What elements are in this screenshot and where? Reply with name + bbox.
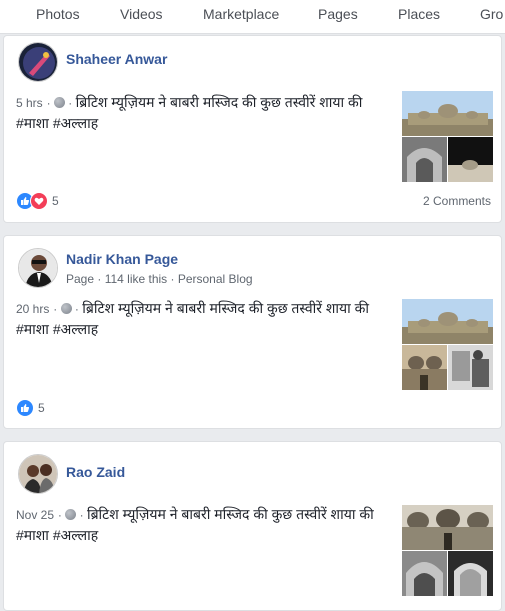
post-card: Nadir Khan Page Page · 114 like this · P… bbox=[3, 235, 502, 429]
photo-thumbnail[interactable] bbox=[402, 345, 447, 390]
tab-groups[interactable]: Gro bbox=[480, 6, 503, 22]
tab-videos[interactable]: Videos bbox=[120, 6, 163, 22]
globe-icon bbox=[65, 509, 77, 520]
reactions[interactable]: 5 bbox=[16, 399, 45, 417]
photo-thumbnail[interactable] bbox=[448, 551, 493, 596]
author-name[interactable]: Nadir Khan Page bbox=[66, 251, 178, 267]
post-text: 20 hrs · · ब्रिटिश म्यूज़ियम ने बाबरी मस… bbox=[16, 300, 370, 337]
post-photos[interactable] bbox=[402, 505, 493, 596]
photo-thumbnail[interactable] bbox=[402, 137, 447, 182]
post-text: Nov 25 · · ब्रिटिश म्यूज़ियम ने बाबरी मस… bbox=[16, 506, 374, 543]
comments-link[interactable]: 2 Comments bbox=[423, 194, 491, 208]
post-time[interactable]: 5 hrs bbox=[16, 96, 43, 110]
author-name[interactable]: Rao Zaid bbox=[66, 464, 125, 480]
love-icon bbox=[30, 192, 48, 210]
tab-marketplace[interactable]: Marketplace bbox=[203, 6, 279, 22]
globe-icon bbox=[53, 97, 65, 108]
avatar[interactable] bbox=[18, 248, 58, 288]
search-filter-tabs: Photos Videos Marketplace Pages Places G… bbox=[0, 0, 505, 34]
photo-thumbnail[interactable] bbox=[402, 505, 493, 550]
reaction-count: 5 bbox=[52, 194, 59, 208]
post-photos[interactable] bbox=[402, 299, 493, 390]
post-photos[interactable] bbox=[402, 91, 493, 182]
tab-places[interactable]: Places bbox=[398, 6, 440, 22]
post-time[interactable]: Nov 25 bbox=[16, 508, 54, 522]
reactions[interactable]: 5 bbox=[16, 192, 59, 210]
reaction-count: 5 bbox=[38, 401, 45, 415]
photo-thumbnail[interactable] bbox=[402, 551, 447, 596]
tab-pages[interactable]: Pages bbox=[318, 6, 358, 22]
photo-thumbnail[interactable] bbox=[448, 345, 493, 390]
post-card: Rao Zaid Nov 25 · · ब्रिटिश म्यूज़ियम ने… bbox=[3, 441, 502, 611]
like-icon bbox=[16, 399, 34, 417]
post-text: 5 hrs · · ब्रिटिश म्यूज़ियम ने बाबरी मस्… bbox=[16, 94, 363, 131]
avatar[interactable] bbox=[18, 454, 58, 494]
photo-thumbnail[interactable] bbox=[448, 137, 493, 182]
photo-thumbnail[interactable] bbox=[402, 91, 493, 136]
globe-icon bbox=[60, 303, 72, 314]
photo-thumbnail[interactable] bbox=[402, 299, 493, 344]
tab-photos[interactable]: Photos bbox=[36, 6, 80, 22]
author-name[interactable]: Shaheer Anwar bbox=[66, 51, 167, 67]
page-info: Page · 114 like this · Personal Blog bbox=[66, 272, 253, 286]
avatar[interactable] bbox=[18, 42, 58, 82]
post-time[interactable]: 20 hrs bbox=[16, 302, 49, 316]
post-card: Shaheer Anwar 5 hrs · · ब्रिटिश म्यूज़िय… bbox=[3, 35, 502, 223]
